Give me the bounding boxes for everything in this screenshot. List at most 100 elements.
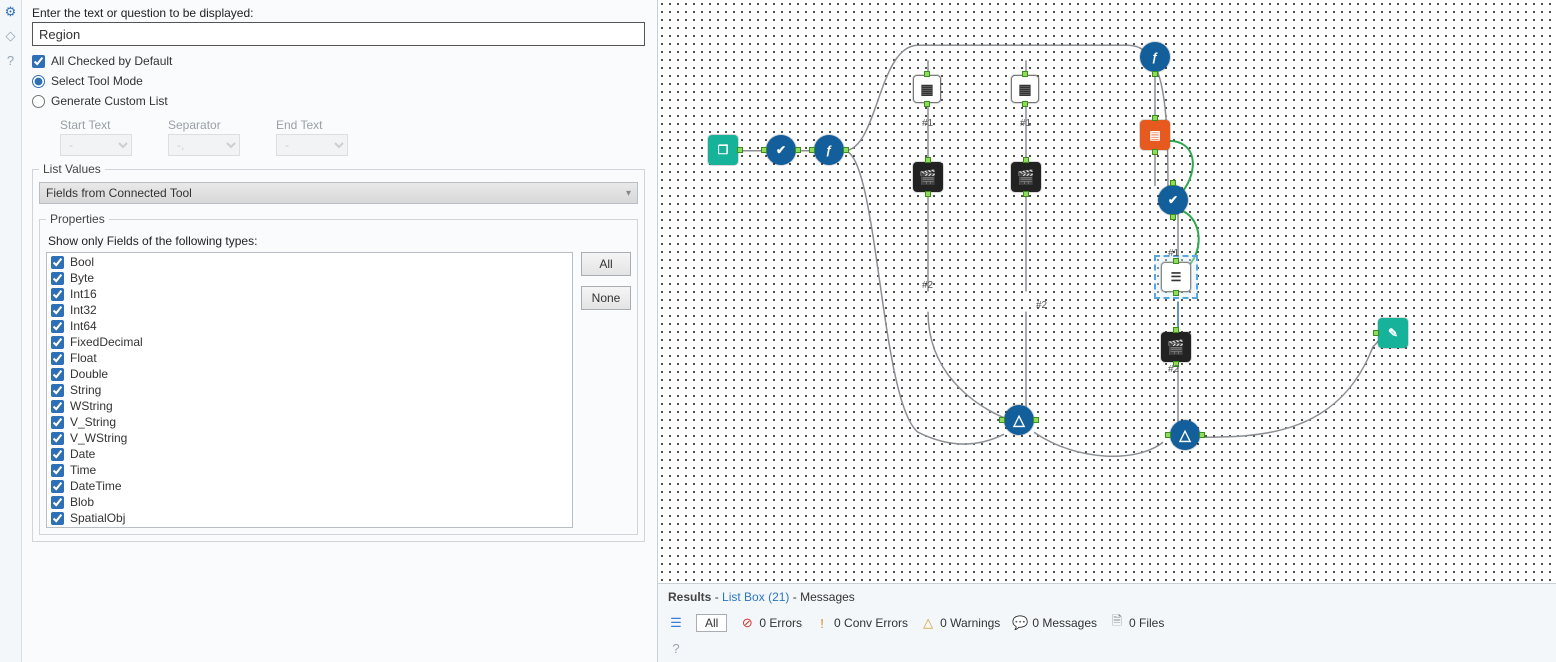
results-header: Results - List Box (21) - Messages: [658, 584, 1556, 610]
select-tool-mode-row[interactable]: Select Tool Mode: [32, 74, 645, 88]
tag-3: #1: [1020, 118, 1031, 129]
text-table-node-2[interactable]: ▦: [1011, 75, 1039, 103]
formula-node[interactable]: ƒ: [814, 135, 844, 165]
field-type-checkbox[interactable]: [51, 256, 64, 269]
prompt-input[interactable]: [32, 22, 645, 46]
properties-fieldset: Properties Show only Fields of the follo…: [39, 212, 638, 535]
all-checked-checkbox[interactable]: [32, 55, 45, 68]
field-type-checkbox[interactable]: [51, 336, 64, 349]
field-type-row[interactable]: Date: [51, 447, 568, 461]
field-type-row[interactable]: DateTime: [51, 479, 568, 493]
field-type-checkbox[interactable]: [51, 432, 64, 445]
generate-custom-list-label: Generate Custom List: [51, 94, 168, 108]
list-values-combo[interactable]: Fields from Connected Tool ▾: [39, 182, 638, 204]
field-type-checkbox[interactable]: [51, 416, 64, 429]
filter-all-button[interactable]: All: [696, 614, 727, 632]
tag-icon[interactable]: ◇: [3, 28, 19, 44]
help-icon-small[interactable]: ?: [668, 640, 684, 656]
field-type-checkbox[interactable]: [51, 384, 64, 397]
action-node-2[interactable]: 🎬: [1011, 162, 1041, 192]
results-tail: Messages: [800, 590, 855, 604]
macro-output-node-1[interactable]: △: [1004, 405, 1034, 435]
field-type-checkbox[interactable]: [51, 368, 64, 381]
messages-filter[interactable]: 💬0 Messages: [1012, 615, 1097, 631]
action-node-1[interactable]: 🎬: [913, 162, 943, 192]
field-type-checkbox[interactable]: [51, 512, 64, 525]
field-type-row[interactable]: Int16: [51, 287, 568, 301]
field-type-checkbox[interactable]: [51, 288, 64, 301]
field-type-checkbox[interactable]: [51, 480, 64, 493]
field-type-row[interactable]: WString: [51, 399, 568, 413]
action-node-3[interactable]: 🎬: [1161, 332, 1191, 362]
field-type-label: String: [70, 383, 101, 397]
list-box-node[interactable]: ☰: [1161, 262, 1191, 292]
field-type-label: Date: [70, 447, 95, 461]
file-icon: 🗎: [1109, 615, 1125, 631]
field-type-checkbox[interactable]: [51, 320, 64, 333]
start-text-label: Start Text: [60, 118, 132, 132]
report-text-node[interactable]: ▤: [1140, 120, 1170, 150]
field-type-row[interactable]: Time: [51, 463, 568, 477]
field-types-list[interactable]: Bool Byte Int16 Int32 Int64 FixedDecimal Float…: [46, 252, 573, 528]
field-type-label: Time: [70, 463, 96, 477]
list-icon[interactable]: ☰: [668, 615, 684, 631]
errors-filter[interactable]: ⊘0 Errors: [739, 615, 802, 631]
list-values-fieldset: List Values Fields from Connected Tool ▾…: [32, 162, 645, 542]
field-type-checkbox[interactable]: [51, 464, 64, 477]
help-icon[interactable]: ?: [3, 52, 19, 68]
results-label: Results: [668, 590, 711, 604]
prompt-label: Enter the text or question to be display…: [32, 6, 645, 20]
select-tool-mode-radio[interactable]: [32, 75, 45, 88]
field-type-label: V_WString: [70, 431, 127, 445]
field-type-label: Int64: [70, 319, 97, 333]
field-type-checkbox[interactable]: [51, 448, 64, 461]
field-type-label: Byte: [70, 271, 94, 285]
all-checked-label: All Checked by Default: [51, 54, 172, 68]
field-type-row[interactable]: Int32: [51, 303, 568, 317]
field-type-label: SpatialObj: [70, 511, 125, 525]
files-filter[interactable]: 🗎0 Files: [1109, 615, 1164, 631]
none-button[interactable]: None: [581, 286, 631, 310]
field-type-row[interactable]: Bool: [51, 255, 568, 269]
tag-4: #2: [1036, 300, 1047, 311]
macro-output-node-2[interactable]: △: [1170, 420, 1200, 450]
field-type-label: Double: [70, 367, 108, 381]
field-type-checkbox[interactable]: [51, 304, 64, 317]
field-type-row[interactable]: String: [51, 383, 568, 397]
field-type-checkbox[interactable]: [51, 352, 64, 365]
list-values-combo-text: Fields from Connected Tool: [46, 186, 192, 200]
macro-input-node[interactable]: ❐: [708, 135, 738, 165]
field-type-row[interactable]: FixedDecimal: [51, 335, 568, 349]
gear-icon[interactable]: ⚙: [3, 4, 19, 20]
text-table-node-1[interactable]: ▦: [913, 75, 941, 103]
generate-custom-list-row[interactable]: Generate Custom List: [32, 94, 645, 108]
field-type-checkbox[interactable]: [51, 272, 64, 285]
field-type-row[interactable]: V_String: [51, 415, 568, 429]
wire-layer: [658, 0, 1556, 583]
field-type-row[interactable]: Byte: [51, 271, 568, 285]
generate-custom-list-radio[interactable]: [32, 95, 45, 108]
select-node[interactable]: ✔: [766, 135, 796, 165]
formula-node-2[interactable]: ƒ: [1140, 42, 1170, 72]
workflow-canvas[interactable]: ❐ ✔ ƒ ▦ ▦ #1 #1 🎬 🎬 #2 #2 ƒ ▤ ✔ ☰ #1 🎬 #…: [658, 0, 1556, 583]
field-type-checkbox[interactable]: [51, 496, 64, 509]
select-node-2[interactable]: ✔: [1158, 185, 1188, 215]
tag-1: #1: [922, 118, 933, 129]
conv-errors-filter[interactable]: !0 Conv Errors: [814, 615, 908, 631]
field-type-label: DateTime: [70, 479, 122, 493]
field-type-row[interactable]: Int64: [51, 319, 568, 333]
warnings-filter[interactable]: △0 Warnings: [920, 615, 1000, 631]
field-type-row[interactable]: Blob: [51, 495, 568, 509]
field-type-row[interactable]: SpatialObj: [51, 511, 568, 525]
properties-legend: Properties: [46, 212, 109, 226]
all-button[interactable]: All: [581, 252, 631, 276]
field-type-row[interactable]: Double: [51, 367, 568, 381]
all-checked-row[interactable]: All Checked by Default: [32, 54, 645, 68]
field-type-row[interactable]: Float: [51, 351, 568, 365]
show-only-label: Show only Fields of the following types:: [48, 234, 631, 248]
field-type-checkbox[interactable]: [51, 400, 64, 413]
field-type-row[interactable]: V_WString: [51, 431, 568, 445]
workflow-area: ❐ ✔ ƒ ▦ ▦ #1 #1 🎬 🎬 #2 #2 ƒ ▤ ✔ ☰ #1 🎬 #…: [658, 0, 1556, 662]
comment-node[interactable]: ✎: [1378, 318, 1408, 348]
results-source-link[interactable]: List Box (21): [722, 590, 789, 604]
